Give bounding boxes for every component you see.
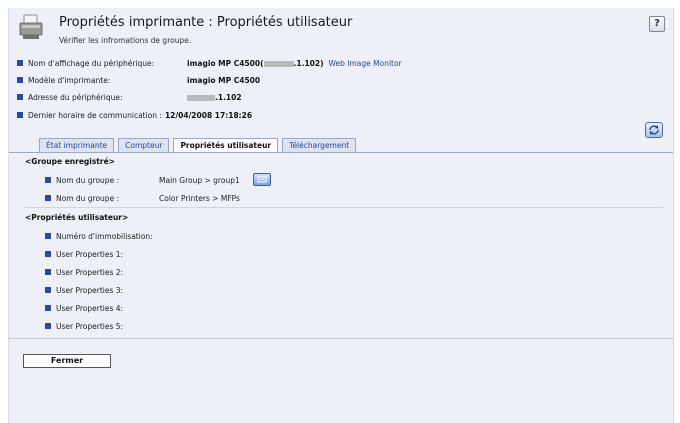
tab-divider	[9, 152, 673, 153]
info-label: Adresse du périphérique:	[28, 92, 123, 102]
user-property-label: User Properties 1:	[56, 249, 124, 259]
user-property-label: User Properties 2:	[56, 267, 124, 277]
bullet-square-icon	[45, 195, 51, 201]
user-property-row: User Properties 1:	[45, 248, 123, 260]
bullet-square-icon	[45, 323, 51, 329]
refresh-icon	[649, 125, 659, 135]
bullet-square-icon	[45, 269, 51, 275]
page-title: Propriétés imprimante : Propriétés utili…	[59, 15, 353, 30]
user-property-row: User Properties 5:	[45, 320, 123, 332]
info-label: Nom d'affichage du périphérique:	[28, 58, 155, 68]
redacted-block	[263, 61, 294, 67]
group-value: Color Printers > MFPs	[159, 194, 240, 203]
bullet-square-icon	[45, 177, 51, 183]
tab-user-properties[interactable]: Propriétés utilisateur	[173, 138, 279, 153]
device-address-row: Adresse du périphérique:	[17, 91, 123, 103]
main-panel: Propriétés imprimante : Propriétés utili…	[8, 8, 674, 423]
tab-download[interactable]: Téléchargement	[282, 138, 357, 152]
user-property-row: User Properties 2:	[45, 266, 123, 278]
tab-bar: État imprimante Compteur Propriétés util…	[39, 138, 360, 153]
bullet-square-icon	[17, 94, 23, 100]
user-property-row: Numéro d'immobilisation:	[45, 230, 153, 242]
bullet-square-icon	[17, 112, 23, 118]
tab-counter[interactable]: Compteur	[118, 138, 170, 152]
printer-icon	[19, 14, 43, 39]
device-display-name-row: Nom d'affichage du périphérique:	[17, 57, 154, 69]
group-row: Nom du groupe :	[45, 174, 119, 186]
web-image-monitor-link[interactable]: Web Image Monitor	[329, 59, 402, 68]
user-property-row: User Properties 3:	[45, 284, 123, 296]
group-label: Nom du groupe :	[56, 175, 120, 185]
help-button[interactable]: ?	[649, 16, 665, 32]
group-row: Nom du groupe :	[45, 192, 119, 204]
info-label: Modèle d'imprimante:	[28, 75, 111, 85]
bullet-square-icon	[45, 287, 51, 293]
tab-printer-status[interactable]: État imprimante	[39, 138, 115, 152]
registered-group-heading: <Groupe enregistré>	[25, 157, 115, 166]
redacted-block	[187, 95, 215, 101]
printer-model-value: imagio MP C4500	[187, 76, 261, 85]
user-property-label: Numéro d'immobilisation:	[56, 231, 153, 241]
user-property-row: User Properties 4:	[45, 302, 123, 314]
refresh-button[interactable]	[645, 122, 663, 138]
group-detail-icon	[257, 176, 267, 183]
user-property-label: User Properties 4:	[56, 303, 124, 313]
bullet-square-icon	[45, 305, 51, 311]
group-value: Main Group > group1	[159, 176, 240, 185]
printer-model-row: Modèle d'imprimante:	[17, 74, 110, 86]
device-address-value: .1.102	[187, 93, 242, 102]
page-subtitle: Vérifier les infromations de groupe.	[59, 36, 192, 45]
user-properties-heading: <Propriétés utilisateur>	[25, 213, 129, 222]
bullet-square-icon	[17, 60, 23, 66]
bullet-square-icon	[17, 77, 23, 83]
user-property-label: User Properties 3:	[56, 285, 124, 295]
close-button[interactable]: Fermer	[23, 354, 111, 368]
help-icon: ?	[654, 18, 660, 29]
group-label: Nom du groupe :	[56, 193, 120, 203]
last-communication-value: 12/04/2008 17:18:26	[164, 110, 253, 120]
device-display-name-value: imagio MP C4500(.1.102) Web Image Monitor	[187, 59, 402, 68]
user-property-label: User Properties 5:	[56, 321, 124, 331]
bullet-square-icon	[45, 251, 51, 257]
section-divider	[25, 207, 663, 208]
last-communication-row: Dernier horaire de communication : 12/04…	[17, 109, 252, 121]
footer-divider	[9, 338, 673, 339]
bullet-square-icon	[45, 233, 51, 239]
group-detail-button[interactable]	[253, 173, 271, 186]
info-label: Dernier horaire de communication :	[28, 110, 162, 120]
